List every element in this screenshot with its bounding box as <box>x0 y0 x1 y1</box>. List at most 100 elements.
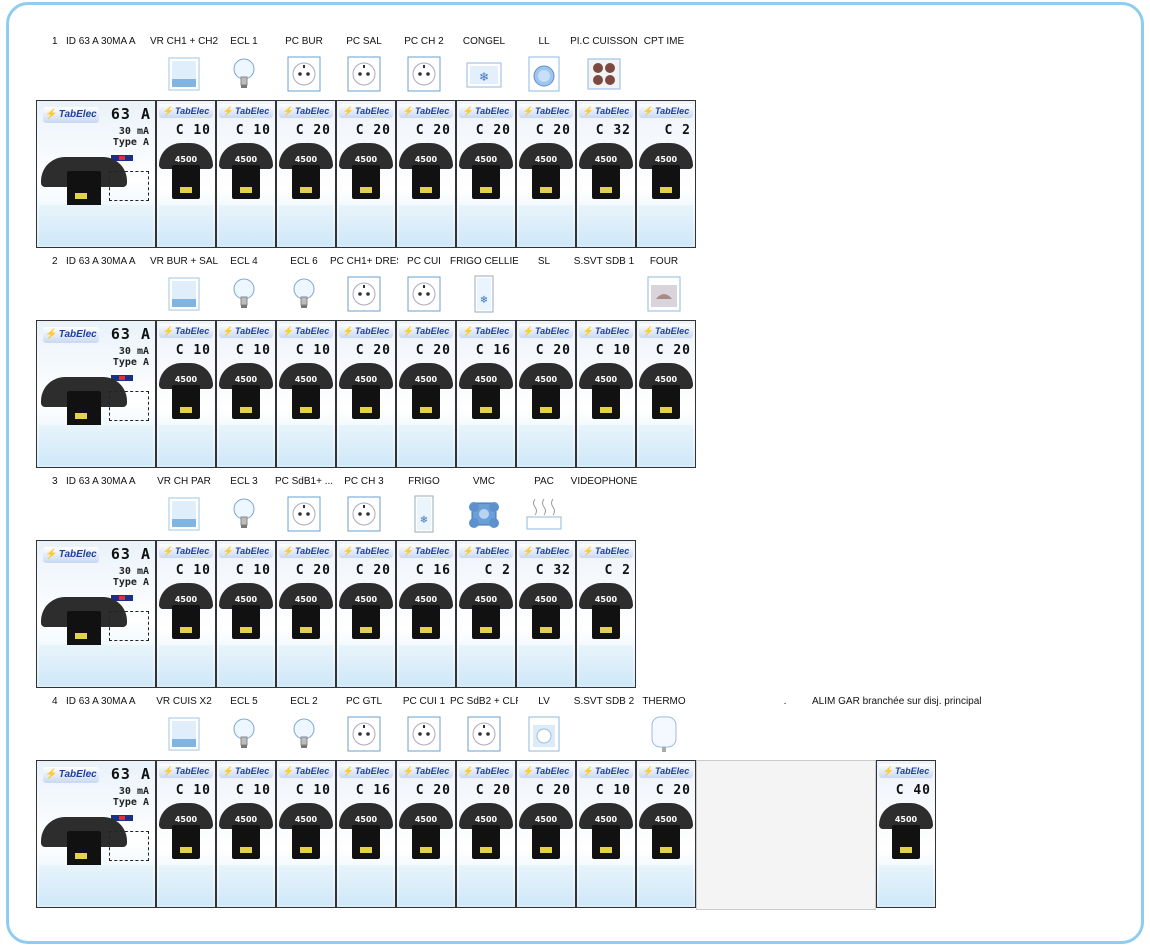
breaker-lever[interactable] <box>172 825 200 859</box>
breaker-lever[interactable] <box>352 385 380 419</box>
breaker-model: 4500 <box>534 375 558 384</box>
breaker-lever[interactable] <box>532 605 560 639</box>
breaker-rating: C 20 <box>355 563 391 578</box>
bulb-icon <box>226 55 262 93</box>
circuit-breaker[interactable]: ⚡TabElec C 10 4500 <box>156 760 216 908</box>
breaker-lever[interactable] <box>172 605 200 639</box>
circuit-breaker[interactable]: ⚡TabElec C 16 4500 <box>336 760 396 908</box>
vmc-icon <box>466 495 502 533</box>
circuit-breaker[interactable]: ⚡TabElec C 20 4500 <box>516 760 576 908</box>
circuit-breaker[interactable]: ⚡TabElec C 10 4500 <box>576 760 636 908</box>
lightning-icon: ⚡ <box>882 766 895 776</box>
breaker-lever[interactable] <box>172 385 200 419</box>
breaker-lever[interactable] <box>652 825 680 859</box>
breaker-lever[interactable] <box>232 825 260 859</box>
breaker-lever[interactable] <box>892 825 920 859</box>
breaker-lever[interactable] <box>472 825 500 859</box>
id-sensitivity: 30 mA Type A <box>113 126 149 148</box>
circuit-label: PC CUI 1 <box>402 696 446 707</box>
breaker-lever[interactable] <box>592 165 620 199</box>
breaker-lever[interactable] <box>232 385 260 419</box>
breaker-lever[interactable] <box>592 825 620 859</box>
shutter-icon <box>166 275 202 313</box>
breaker-lever[interactable] <box>232 165 260 199</box>
circuit-label: PC CH 2 <box>404 36 444 47</box>
circuit-label: CPT IME <box>643 36 685 47</box>
breaker-model: 4500 <box>234 155 258 164</box>
main-breaker[interactable]: ⚡TabElec C 40 4500 <box>876 760 936 908</box>
breaker-model: 4500 <box>654 155 678 164</box>
breaker-lever[interactable] <box>532 165 560 199</box>
label-area <box>399 865 453 905</box>
breaker-lever[interactable] <box>232 605 260 639</box>
brand-logo: ⚡TabElec <box>339 324 393 338</box>
circuit-label: PC GTL <box>345 696 383 707</box>
circuit-breaker[interactable]: ⚡TabElec C 20 4500 <box>636 760 696 908</box>
breaker-lever[interactable] <box>652 385 680 419</box>
breaker-lever[interactable] <box>352 165 380 199</box>
breaker-lever[interactable] <box>292 605 320 639</box>
breaker-lever[interactable] <box>592 385 620 419</box>
breaker-lever[interactable] <box>592 605 620 639</box>
breaker-lever[interactable] <box>292 165 320 199</box>
lightning-icon: ⚡ <box>642 326 655 336</box>
dot-label: . <box>783 696 787 707</box>
socket-icon <box>406 275 442 313</box>
id-rating: 63 A <box>110 765 151 783</box>
breaker-lever[interactable] <box>352 605 380 639</box>
breaker-lever[interactable] <box>652 165 680 199</box>
breaker-lever[interactable] <box>292 385 320 419</box>
breaker-lever[interactable] <box>532 385 560 419</box>
differential-switch[interactable]: ⚡TabElec 63 A 30 mA Type A <box>36 760 156 908</box>
breaker-lever[interactable] <box>532 825 560 859</box>
row-number: 4 <box>52 696 58 707</box>
id-rating: 63 A <box>110 105 151 123</box>
brand-name: TabElec <box>475 546 510 556</box>
breaker-model: 4500 <box>234 595 258 604</box>
brand-name: TabElec <box>475 766 510 776</box>
breaker-lever[interactable] <box>292 825 320 859</box>
breaker-lever[interactable] <box>352 825 380 859</box>
circuit-breaker[interactable]: ⚡TabElec C 20 4500 <box>456 760 516 908</box>
label-area <box>579 865 633 905</box>
lightning-icon: ⚡ <box>282 766 295 776</box>
breaker-lever[interactable] <box>412 385 440 419</box>
water-heater-icon <box>646 715 682 753</box>
breaker-lever[interactable] <box>472 165 500 199</box>
breaker-lever[interactable] <box>412 825 440 859</box>
lightning-icon: ⚡ <box>282 106 295 116</box>
breaker-rating: C 20 <box>535 343 571 358</box>
brand-name: TabElec <box>355 106 390 116</box>
lightning-icon: ⚡ <box>45 549 58 560</box>
label-area <box>279 865 333 905</box>
switch-lever[interactable] <box>67 171 101 207</box>
circuit-label: VR BUR + SAL <box>150 256 218 267</box>
id-type: Type A <box>112 357 149 368</box>
breaker-model: 4500 <box>414 815 438 824</box>
breaker-lever[interactable] <box>412 165 440 199</box>
circuit-breaker[interactable]: ⚡TabElec C 10 4500 <box>276 760 336 908</box>
brand-logo: ⚡TabElec <box>43 327 99 343</box>
breaker-lever[interactable] <box>172 165 200 199</box>
brand-logo: ⚡TabElec <box>279 324 333 338</box>
breaker-rating: C 10 <box>295 783 331 798</box>
switch-lever[interactable] <box>67 831 101 867</box>
breaker-lever[interactable] <box>472 605 500 639</box>
id-ma: 30 mA <box>118 786 149 797</box>
brand-logo: ⚡TabElec <box>279 544 333 558</box>
circuit-breaker[interactable]: ⚡TabElec C 10 4500 <box>216 760 276 908</box>
switch-lever[interactable] <box>67 391 101 427</box>
breaker-rating: C 20 <box>355 123 391 138</box>
breaker-rating: C 20 <box>475 783 511 798</box>
breaker-lever[interactable] <box>472 385 500 419</box>
lightning-icon: ⚡ <box>222 106 235 116</box>
switch-lever[interactable] <box>67 611 101 647</box>
breaker-rating: C 2 <box>484 563 511 578</box>
brand-name: TabElec <box>535 766 570 776</box>
breaker-rating: C 32 <box>535 563 571 578</box>
brand-logo: ⚡TabElec <box>519 324 573 338</box>
brand-name: TabElec <box>595 766 630 776</box>
circuit-breaker[interactable]: ⚡TabElec C 20 4500 <box>396 760 456 908</box>
label-area <box>519 865 573 905</box>
breaker-lever[interactable] <box>412 605 440 639</box>
